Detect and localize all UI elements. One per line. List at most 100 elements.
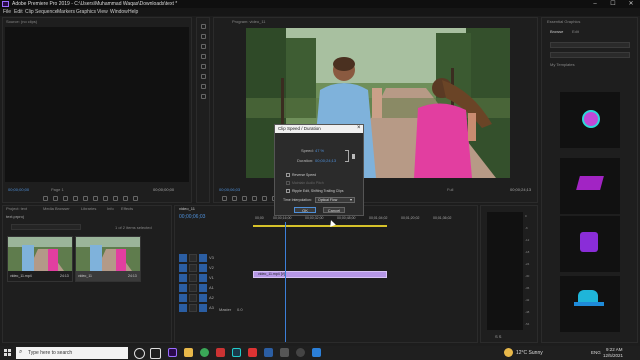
track-target-v3[interactable] — [179, 254, 187, 262]
browser-icon[interactable] — [312, 348, 321, 357]
menu-help[interactable]: Help — [128, 9, 138, 15]
razor-tool-icon[interactable] — [201, 54, 206, 59]
menu-graphics[interactable]: Graphics — [76, 9, 96, 15]
essential-graphics-tab[interactable]: Essential Graphics — [547, 19, 580, 25]
export-frame-icon[interactable] — [133, 196, 138, 201]
track-lock-v2[interactable] — [189, 264, 197, 272]
taskbar-search-box[interactable]: ⌕ Type here to search — [16, 347, 128, 359]
minimize-button[interactable]: – — [586, 0, 604, 8]
cortana-icon[interactable] — [134, 348, 145, 359]
track-lock-v3[interactable] — [189, 254, 197, 262]
maximize-button[interactable]: ☐ — [604, 0, 622, 8]
track-toggle-v3[interactable] — [199, 254, 207, 262]
go-to-in-icon[interactable] — [63, 196, 68, 201]
templates-location-select[interactable] — [550, 42, 630, 48]
libraries-tab[interactable]: Libraries — [81, 206, 96, 212]
track-select-tool-icon[interactable] — [201, 34, 206, 39]
mark-in-icon[interactable] — [43, 196, 48, 201]
track-target-a1[interactable] — [179, 284, 187, 292]
weather-text[interactable]: 12°C Sunny — [516, 350, 543, 356]
office-icon[interactable] — [216, 348, 225, 357]
menu-edit[interactable]: Edit — [14, 9, 23, 15]
app-icon[interactable] — [280, 348, 289, 357]
hand-tool-icon[interactable] — [201, 84, 206, 89]
menu-clip[interactable]: Clip — [25, 9, 34, 15]
duration-value[interactable]: 00;00;24;13 — [315, 158, 336, 163]
program-transport-controls[interactable] — [222, 196, 522, 201]
clock-time[interactable]: 9:22 AM — [606, 347, 623, 352]
template-thumb-2[interactable] — [560, 158, 620, 214]
master-track-value[interactable]: 0.0 — [237, 307, 243, 312]
work-area-bar[interactable] — [253, 225, 387, 227]
speed-value[interactable]: 47 % — [315, 148, 324, 153]
timeline-ruler[interactable]: 00;00 00;00;16;00 00;00;32;00 00;00;48;0… — [253, 216, 479, 224]
media-app-icon[interactable] — [232, 348, 241, 357]
template-thumb-4[interactable] — [560, 276, 620, 332]
source-page[interactable]: Page 1 — [51, 187, 64, 192]
mark-in-icon[interactable] — [232, 196, 237, 201]
track-lock-v1[interactable] — [189, 274, 197, 282]
track-mute-a2[interactable] — [199, 294, 207, 302]
go-to-in-icon[interactable] — [252, 196, 257, 201]
program-quality-select[interactable]: Full — [447, 187, 453, 192]
track-lock-a3[interactable] — [189, 304, 197, 312]
info-tab[interactable]: Info — [107, 206, 114, 212]
track-target-a2[interactable] — [179, 294, 187, 302]
timeline-clip-v1[interactable]: video_11.mp4 [V] — [253, 271, 387, 278]
track-lock-a2[interactable] — [189, 294, 197, 302]
source-transport-controls[interactable] — [43, 196, 153, 201]
task-view-icon[interactable] — [150, 348, 161, 359]
project-clip-1[interactable]: video_11.mp4 24:13 — [7, 236, 73, 282]
source-monitor-tab[interactable]: Source: (no clips) — [6, 19, 37, 25]
step-back-icon[interactable] — [73, 196, 78, 201]
cancel-button[interactable]: Cancel — [323, 207, 345, 213]
track-mute-a1[interactable] — [199, 284, 207, 292]
edit-tab[interactable]: Edit — [572, 29, 579, 34]
solo-buttons[interactable]: S S — [495, 334, 501, 339]
menu-markers[interactable]: Markers — [57, 9, 75, 15]
step-back-icon[interactable] — [262, 196, 267, 201]
clock-date[interactable]: 12/5/2021 — [603, 353, 623, 358]
insert-icon[interactable] — [113, 196, 118, 201]
project-clip-2[interactable]: video_11 24:13 — [75, 236, 141, 282]
slip-tool-icon[interactable] — [201, 64, 206, 69]
template-thumb-3[interactable] — [560, 216, 620, 272]
timeline-timecode[interactable]: 00;00;06;03 — [179, 214, 205, 220]
project-search-input[interactable] — [11, 224, 81, 230]
menu-sequence[interactable]: Sequence — [35, 9, 58, 15]
maintain-pitch-checkbox[interactable] — [286, 181, 290, 185]
menu-window[interactable]: Window — [110, 9, 128, 15]
ok-button[interactable]: OK — [294, 207, 316, 213]
browse-tab[interactable]: Browse — [550, 29, 563, 34]
track-toggle-v2[interactable] — [199, 264, 207, 272]
add-marker-icon[interactable] — [222, 196, 227, 201]
effects-tab[interactable]: Effects — [121, 206, 133, 212]
mark-out-icon[interactable] — [53, 196, 58, 201]
template-thumb-1[interactable] — [560, 92, 620, 148]
windows-start-icon[interactable] — [4, 349, 12, 357]
program-monitor-tab[interactable]: Program: video_11 — [232, 19, 266, 25]
track-lock-a1[interactable] — [189, 284, 197, 292]
premiere-taskbar-icon[interactable] — [168, 348, 177, 357]
interpolation-select[interactable]: Optical Flow ▾ — [315, 197, 355, 203]
track-target-v1[interactable] — [179, 274, 187, 282]
sequence-tab[interactable]: video_11 — [179, 206, 195, 212]
play-icon[interactable] — [83, 196, 88, 201]
pen-tool-icon[interactable] — [201, 74, 206, 79]
selection-tool-icon[interactable] — [201, 24, 206, 29]
ripple-edit-checkbox[interactable] — [286, 189, 290, 193]
menu-file[interactable]: File — [3, 9, 11, 15]
dialog-close-icon[interactable]: × — [357, 125, 361, 131]
track-target-v2[interactable] — [179, 264, 187, 272]
type-tool-icon[interactable] — [201, 94, 206, 99]
close-window-button[interactable]: ✕ — [622, 0, 640, 8]
mark-out-icon[interactable] — [242, 196, 247, 201]
track-mute-a3[interactable] — [199, 304, 207, 312]
track-toggle-v1[interactable] — [199, 274, 207, 282]
reverse-speed-checkbox[interactable] — [286, 173, 290, 177]
program-timecode-current[interactable]: 00;00;06;03 — [219, 187, 240, 192]
media-browser-tab[interactable]: Media Browser — [43, 206, 70, 212]
playhead[interactable] — [285, 222, 286, 342]
word-icon[interactable] — [264, 348, 273, 357]
menu-view[interactable]: View — [97, 9, 108, 15]
